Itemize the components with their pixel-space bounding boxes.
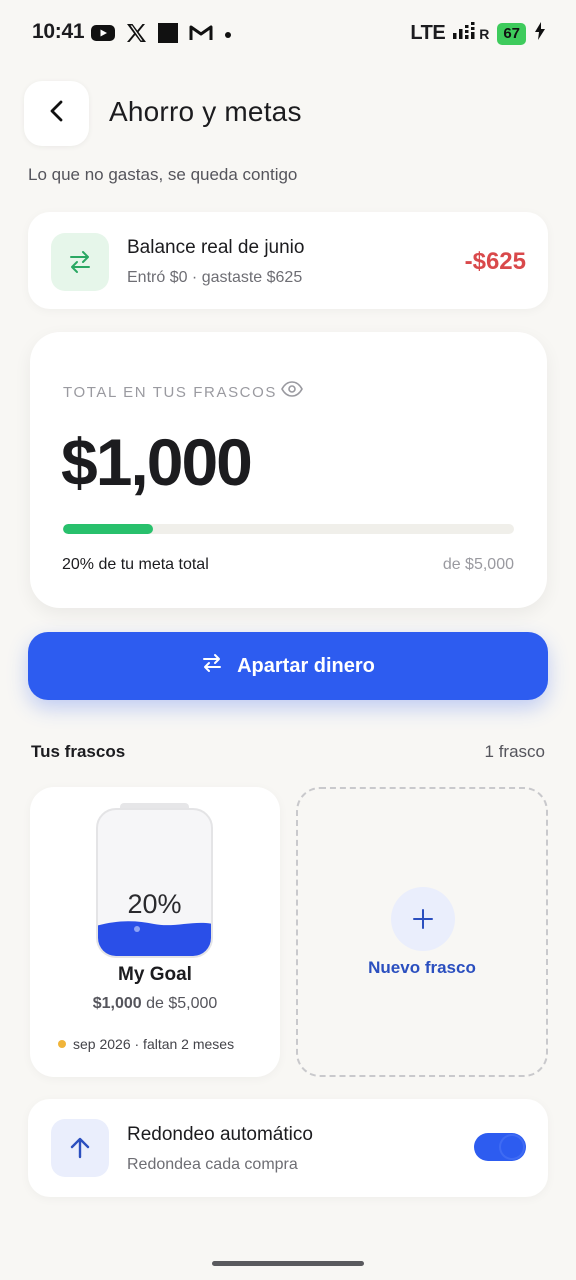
total-savings-card: TOTAL EN TUS FRASCOS $1,000 20% de tu me… [30,332,547,608]
set-aside-money-button[interactable]: Apartar dinero [28,632,548,700]
total-progress-fill [63,524,154,534]
goal-amounts: $1,000 de $5,000 [30,995,280,1013]
auto-round-toggle[interactable] [474,1133,526,1161]
notification-icons [91,22,233,49]
page-subtitle: Lo que no gastas, se queda contigo [28,165,298,184]
goal-name: My Goal [118,964,192,985]
toggle-knob [501,1136,523,1158]
back-button[interactable] [24,81,89,146]
page-title: Ahorro y metas [109,96,302,127]
gmail-icon [189,24,213,47]
goal-jar-card[interactable]: 20% My Goal $1,000 de $5,000 sep 2026 · … [30,787,280,1077]
youtube-icon [91,24,115,47]
jars-section-title: Tus frascos [31,742,126,761]
auto-round-title: Redondeo automático [127,1124,313,1145]
transfer-icon [201,652,223,680]
status-bar: 10:41 LTE R 67 [0,0,576,68]
total-amount: $1,000 [61,425,253,499]
home-indicator[interactable] [212,1261,364,1266]
dot-icon [223,27,233,45]
chevron-left-icon [49,99,65,128]
new-jar-label: Nuevo frasco [368,958,476,977]
total-goal-text: de $5,000 [442,556,514,573]
signal-icon [453,22,477,45]
balance-title: Balance real de junio [127,237,305,258]
jars-count: 1 frasco [484,742,545,761]
goal-current: $1,000 [92,995,142,1012]
network-type: LTE [410,22,446,44]
jar-percent: 20% [127,889,182,919]
total-progress-text: 20% de tu meta total [62,556,209,573]
total-label: TOTAL EN TUS FRASCOS [63,384,277,401]
plus-icon [391,887,455,951]
arrow-up-icon [51,1119,109,1177]
goal-target: de $5,000 [146,995,218,1012]
roaming-indicator: R [479,25,490,42]
jar-bubble [134,926,140,932]
jar-icon: 20% [96,808,213,958]
goal-deadline: sep 2026 · faltan 2 meses [58,1036,234,1052]
x-icon [125,23,147,48]
eye-icon[interactable] [281,381,303,402]
balance-detail: Entró $0 · gastaste $625 [127,269,303,286]
status-time: 10:41 [32,20,85,43]
balance-card[interactable]: Balance real de junio Entró $0 · gastast… [28,212,548,309]
auto-round-subtitle: Redondea cada compra [127,1156,298,1173]
battery-level: 67 [497,22,526,45]
goal-deadline-text: sep 2026 · faltan 2 meses [73,1036,235,1052]
system-icons: LTE R 67 [410,22,546,45]
auto-round-card: Redondeo automático Redondea cada compra [28,1099,548,1197]
square-icon [157,22,179,49]
screen: 10:41 LTE R 67 Ahorro y metas Lo que no … [0,0,576,1280]
total-progress-bar [63,524,514,534]
transfer-icon [51,233,109,291]
deadline-dot-icon [58,1040,66,1048]
set-aside-money-label: Apartar dinero [237,654,375,677]
new-jar-button[interactable]: Nuevo frasco [296,787,548,1077]
charging-icon [534,22,546,45]
balance-amount: -$625 [464,248,526,275]
